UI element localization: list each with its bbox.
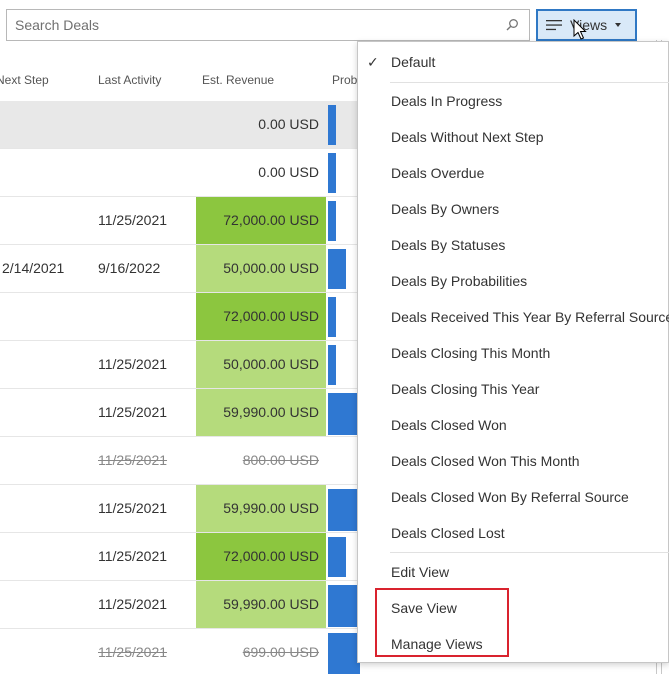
probability-bar [328,633,360,674]
table-row[interactable]: 11/25/2021 699.00 USD [0,629,360,674]
last-activity-cell: 11/25/2021 [98,404,168,420]
probability-bar [328,105,336,145]
menu-item-deals-closed-won-by-referral-source[interactable]: Deals Closed Won By Referral Source [358,479,669,515]
last-activity-cell: 11/25/2021 [98,452,168,468]
mouse-cursor-icon [573,19,587,40]
probability-bar [328,585,360,627]
menu-item-default[interactable]: ✓ Default [358,44,669,80]
table-row[interactable]: 11/25/2021 72,000.00 USD [0,533,360,581]
probability-bar [328,393,360,435]
menu-item-deals-overdue[interactable]: Deals Overdue [358,155,669,191]
next-step-cell [2,293,94,340]
menu-item-deals-closed-won[interactable]: Deals Closed Won [358,407,669,443]
probability-bar [328,249,346,289]
last-activity-cell: 11/25/2021 [98,356,168,372]
column-header-probability[interactable]: Prob [332,73,357,87]
menu-item-deals-by-owners[interactable]: Deals By Owners [358,191,669,227]
table-row[interactable]: 72,000.00 USD [0,293,360,341]
menu-item-save-view[interactable]: Save View [358,590,669,626]
revenue-cell: 59,990.00 USD [196,581,326,628]
menu-item-edit-view[interactable]: Edit View [358,554,669,590]
revenue-cell: 800.00 USD [242,452,319,468]
table-row[interactable]: 11/25/2021 72,000.00 USD [0,197,360,245]
checkmark-icon: ✓ [367,54,379,70]
column-header-last-activity[interactable]: Last Activity [98,73,161,87]
table-row[interactable]: 0.00 USD [0,101,360,149]
last-activity-cell [98,293,194,340]
table-row[interactable]: 11/25/2021 800.00 USD [0,437,360,485]
next-step-cell [2,149,94,196]
menu-item-deals-closed-lost[interactable]: Deals Closed Lost [358,515,669,551]
last-activity-cell: 11/25/2021 [98,644,168,660]
probability-bar [328,345,336,385]
next-step-cell [2,581,94,628]
probability-bar [328,537,346,577]
revenue-cell: 0.00 USD [258,164,319,180]
next-step-cell [2,533,94,580]
next-step-cell: 2/14/2021 [2,260,65,276]
menu-item-deals-by-probabilities[interactable]: Deals By Probabilities [358,263,669,299]
revenue-cell: 59,990.00 USD [196,485,326,532]
menu-item-deals-received-this-year-by-referral-sources[interactable]: Deals Received This Year By Referral Sou… [358,299,669,335]
last-activity-cell: 11/25/2021 [98,596,168,612]
next-step-cell [2,341,94,388]
menu-item-manage-views[interactable]: Manage Views [358,626,669,662]
search-icon[interactable] [505,18,519,32]
revenue-cell: 50,000.00 USD [196,341,326,388]
next-step-cell [2,101,94,148]
last-activity-cell: 11/25/2021 [98,500,168,516]
table-row[interactable]: 2/14/2021 9/16/2022 50,000.00 USD [0,245,360,293]
probability-bar [328,489,360,531]
revenue-cell: 50,000.00 USD [196,245,326,292]
table-row[interactable]: 11/25/2021 59,990.00 USD [0,581,360,629]
next-step-cell [2,389,94,436]
search-input[interactable] [7,10,497,40]
column-header-next-step[interactable]: Next Step [0,73,49,87]
last-activity-cell: 11/25/2021 [98,548,168,564]
grid-header: Next Step Last Activity Est. Revenue Pro… [0,58,360,102]
last-activity-cell [98,101,194,148]
chevron-down-icon [615,23,622,27]
next-step-cell [2,629,94,674]
last-activity-cell: 11/25/2021 [98,212,168,228]
revenue-cell: 72,000.00 USD [196,293,326,340]
column-header-est-revenue[interactable]: Est. Revenue [202,73,274,87]
revenue-cell: 699.00 USD [242,644,319,660]
last-activity-cell: 9/16/2022 [98,260,161,276]
next-step-cell [2,197,94,244]
table-row[interactable]: 11/25/2021 59,990.00 USD [0,485,360,533]
menu-item-label: Default [391,54,436,70]
revenue-cell: 0.00 USD [258,116,319,132]
next-step-cell [2,485,94,532]
menu-item-deals-in-progress[interactable]: Deals In Progress [358,83,669,119]
revenue-cell: 72,000.00 USD [196,197,326,244]
hamburger-icon [546,20,562,31]
probability-bar [328,201,336,241]
revenue-cell: 59,990.00 USD [196,389,326,436]
probability-bar [328,153,336,193]
menu-item-deals-closing-this-year[interactable]: Deals Closing This Year [358,371,669,407]
menu-item-deals-without-next-step[interactable]: Deals Without Next Step [358,119,669,155]
menu-separator [390,552,669,553]
revenue-cell: 72,000.00 USD [196,533,326,580]
menu-item-deals-by-statuses[interactable]: Deals By Statuses [358,227,669,263]
last-activity-cell [98,149,194,196]
table-row[interactable]: 0.00 USD [0,149,360,197]
table-row[interactable]: 11/25/2021 59,990.00 USD [0,389,360,437]
next-step-cell [2,437,94,484]
menu-item-deals-closed-won-this-month[interactable]: Deals Closed Won This Month [358,443,669,479]
probability-bar [328,297,336,337]
menu-item-deals-closing-this-month[interactable]: Deals Closing This Month [358,335,669,371]
views-dropdown-menu: ✓ Default Deals In Progress Deals Withou… [357,41,669,663]
search-box[interactable] [6,9,530,41]
table-row[interactable]: 11/25/2021 50,000.00 USD [0,341,360,389]
